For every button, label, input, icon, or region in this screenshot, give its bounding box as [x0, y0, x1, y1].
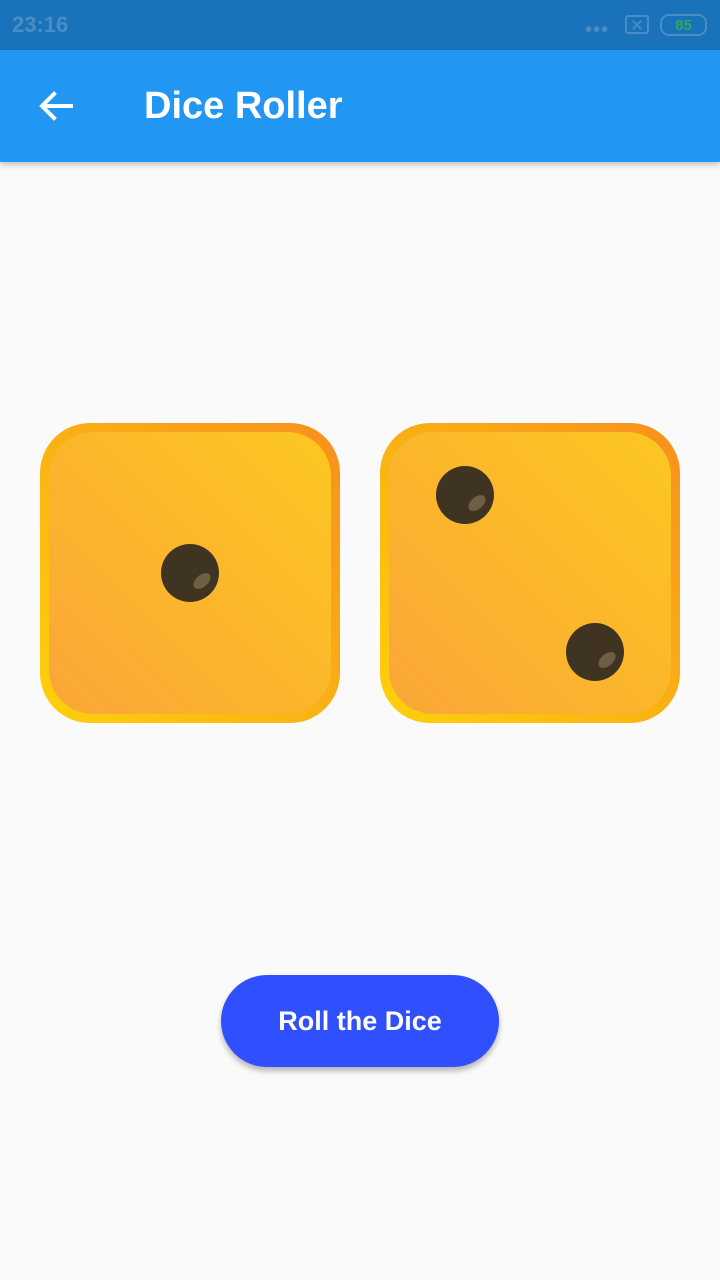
dice-two-icon [380, 423, 680, 723]
dice-one-icon [40, 423, 340, 723]
die-right[interactable] [380, 423, 680, 723]
roll-dice-button[interactable]: Roll the Dice [221, 975, 499, 1067]
more-notifications-icon: ••• [585, 19, 610, 41]
page-title: Dice Roller [144, 85, 343, 127]
battery-level: 85 [675, 16, 692, 34]
battery-icon: 85 [660, 14, 707, 36]
app-bar: Dice Roller [0, 50, 720, 162]
arrow-back-icon [39, 91, 73, 121]
status-time: 23:16 [12, 12, 69, 37]
status-bar: 23:16 ••• 85 [0, 0, 720, 50]
back-button[interactable] [24, 74, 88, 138]
die-left[interactable] [40, 423, 340, 723]
sim-missing-icon [625, 15, 649, 34]
roll-dice-label: Roll the Dice [278, 1005, 442, 1036]
